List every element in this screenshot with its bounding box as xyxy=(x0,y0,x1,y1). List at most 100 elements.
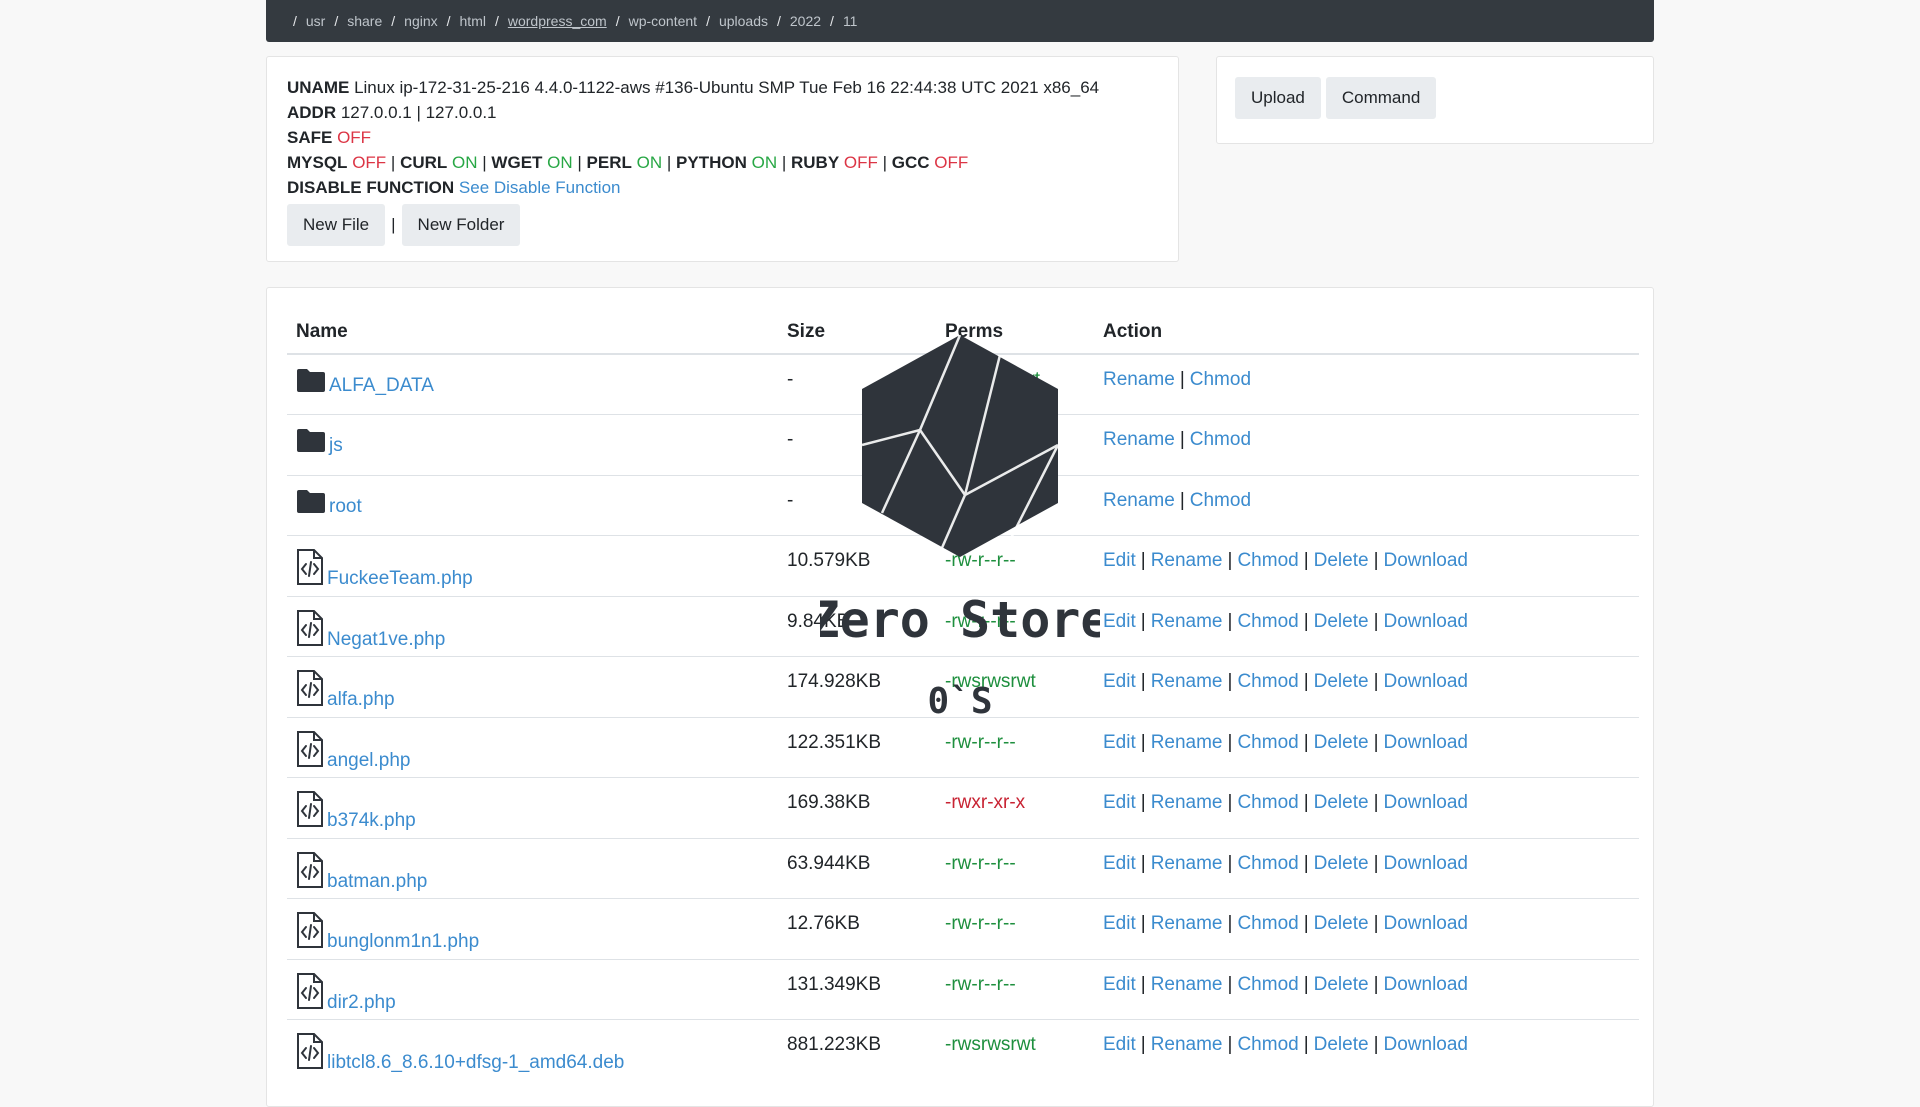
size-cell: - xyxy=(778,414,936,475)
file-link[interactable]: angel.php xyxy=(327,750,410,772)
action-separator: | xyxy=(1227,671,1233,692)
rename-link[interactable]: Rename xyxy=(1151,974,1223,995)
module-label-mysql: MYSQL xyxy=(287,153,348,172)
rename-link[interactable]: Rename xyxy=(1103,490,1175,511)
size-cell: 131.349KB xyxy=(778,958,936,1020)
rename-link[interactable]: Rename xyxy=(1103,369,1175,390)
file-link[interactable]: bunglonm1n1.php xyxy=(327,931,479,953)
rename-link[interactable]: Rename xyxy=(1103,429,1175,450)
breadcrumb-separator: / xyxy=(494,13,499,29)
rename-link[interactable]: Rename xyxy=(1151,913,1223,934)
new-file-button[interactable]: New File xyxy=(287,204,386,246)
breadcrumb-item-share[interactable]: share xyxy=(347,13,382,29)
upload-button[interactable]: Upload xyxy=(1235,77,1321,119)
edit-link[interactable]: Edit xyxy=(1103,732,1136,753)
chmod-link[interactable]: Chmod xyxy=(1237,792,1298,813)
folder-link[interactable]: ALFA_DATA xyxy=(329,375,434,397)
download-link[interactable]: Download xyxy=(1384,853,1469,874)
edit-link[interactable]: Edit xyxy=(1103,913,1136,934)
action-cell: Edit | Rename | Chmod | Delete | Download xyxy=(1094,898,1639,959)
file-link[interactable]: b374k.php xyxy=(327,810,416,832)
breadcrumb-item-html[interactable]: html xyxy=(460,13,486,29)
chmod-link[interactable]: Chmod xyxy=(1237,611,1298,632)
chmod-link[interactable]: Chmod xyxy=(1237,1034,1298,1055)
chmod-link[interactable]: Chmod xyxy=(1237,671,1298,692)
breadcrumb-item-usr[interactable]: usr xyxy=(306,13,325,29)
download-link[interactable]: Download xyxy=(1384,550,1469,571)
delete-link[interactable]: Delete xyxy=(1314,792,1369,813)
download-link[interactable]: Download xyxy=(1384,913,1469,934)
breadcrumb-item-11[interactable]: 11 xyxy=(843,13,858,29)
delete-link[interactable]: Delete xyxy=(1314,611,1369,632)
file-link[interactable]: libtcl8.6_8.6.10+dfsg-1_amd64.deb xyxy=(327,1052,624,1074)
chmod-link[interactable]: Chmod xyxy=(1190,490,1251,511)
file-link[interactable]: Negat1ve.php xyxy=(327,629,445,651)
file-link[interactable]: batman.php xyxy=(327,871,427,893)
rename-link[interactable]: Rename xyxy=(1151,792,1223,813)
delete-link[interactable]: Delete xyxy=(1314,913,1369,934)
breadcrumb-item-wordpress-com[interactable]: wordpress_com xyxy=(508,13,607,29)
action-separator: | xyxy=(1373,731,1379,753)
size-cell: 169.38KB xyxy=(778,777,936,838)
edit-link[interactable]: Edit xyxy=(1103,671,1136,692)
download-link[interactable]: Download xyxy=(1384,974,1469,995)
edit-link[interactable]: Edit xyxy=(1103,611,1136,632)
folder-icon xyxy=(296,427,326,453)
safe-line: SAFE OFF xyxy=(287,125,1158,150)
folder-link[interactable]: root xyxy=(329,496,362,518)
chmod-link[interactable]: Chmod xyxy=(1237,732,1298,753)
name-cell: FuckeeTeam.php xyxy=(287,535,778,596)
chmod-link[interactable]: Chmod xyxy=(1237,913,1298,934)
breadcrumb-item-wp-content[interactable]: wp-content xyxy=(629,13,697,29)
folder-icon xyxy=(296,488,326,514)
module-state-ruby: OFF xyxy=(843,153,878,172)
action-cell: Edit | Rename | Chmod | Delete | Download xyxy=(1094,656,1639,717)
new-folder-button[interactable]: New Folder xyxy=(401,204,521,246)
rename-link[interactable]: Rename xyxy=(1151,853,1223,874)
delete-link[interactable]: Delete xyxy=(1314,550,1369,571)
download-link[interactable]: Download xyxy=(1384,792,1469,813)
edit-link[interactable]: Edit xyxy=(1103,974,1136,995)
breadcrumb-item-uploads[interactable]: uploads xyxy=(719,13,768,29)
file-link[interactable]: alfa.php xyxy=(327,689,395,711)
rename-link[interactable]: Rename xyxy=(1151,611,1223,632)
rename-link[interactable]: Rename xyxy=(1151,1034,1223,1055)
delete-link[interactable]: Delete xyxy=(1314,853,1369,874)
perms-column-header: Perms xyxy=(936,310,1094,355)
action-cell: Edit | Rename | Chmod | Delete | Download xyxy=(1094,716,1639,778)
edit-link[interactable]: Edit xyxy=(1103,1034,1136,1055)
delete-link[interactable]: Delete xyxy=(1314,1034,1369,1055)
download-link[interactable]: Download xyxy=(1384,1034,1469,1055)
see-disable-function-link[interactable]: See Disable Function xyxy=(459,178,621,197)
rename-link[interactable]: Rename xyxy=(1151,732,1223,753)
breadcrumb-item-nginx[interactable]: nginx xyxy=(404,13,437,29)
edit-link[interactable]: Edit xyxy=(1103,792,1136,813)
action-separator: | xyxy=(1140,610,1146,632)
chmod-link[interactable]: Chmod xyxy=(1190,369,1251,390)
table-row: angel.php 122.351KB -rw-r--r-- Edit | Rename |… xyxy=(287,716,1639,778)
chmod-link[interactable]: Chmod xyxy=(1190,429,1251,450)
file-link[interactable]: dir2.php xyxy=(327,992,396,1014)
rename-link[interactable]: Rename xyxy=(1151,550,1223,571)
delete-link[interactable]: Delete xyxy=(1314,974,1369,995)
download-link[interactable]: Download xyxy=(1384,611,1469,632)
perms-cell: drwxr-xr-x xyxy=(936,414,1094,475)
action-separator: | xyxy=(1227,550,1233,571)
module-separator: | xyxy=(882,153,888,172)
edit-link[interactable]: Edit xyxy=(1103,550,1136,571)
delete-link[interactable]: Delete xyxy=(1314,671,1369,692)
chmod-link[interactable]: Chmod xyxy=(1237,974,1298,995)
delete-link[interactable]: Delete xyxy=(1314,732,1369,753)
download-link[interactable]: Download xyxy=(1384,671,1469,692)
file-link[interactable]: FuckeeTeam.php xyxy=(327,568,473,590)
download-link[interactable]: Download xyxy=(1384,732,1469,753)
edit-link[interactable]: Edit xyxy=(1103,853,1136,874)
name-cell: js xyxy=(287,414,778,475)
folder-link[interactable]: js xyxy=(329,435,343,457)
breadcrumb-item-2022[interactable]: 2022 xyxy=(790,13,821,29)
rename-link[interactable]: Rename xyxy=(1151,671,1223,692)
size-column-header: Size xyxy=(778,310,936,355)
chmod-link[interactable]: Chmod xyxy=(1237,550,1298,571)
command-button[interactable]: Command xyxy=(1325,77,1437,119)
chmod-link[interactable]: Chmod xyxy=(1237,853,1298,874)
